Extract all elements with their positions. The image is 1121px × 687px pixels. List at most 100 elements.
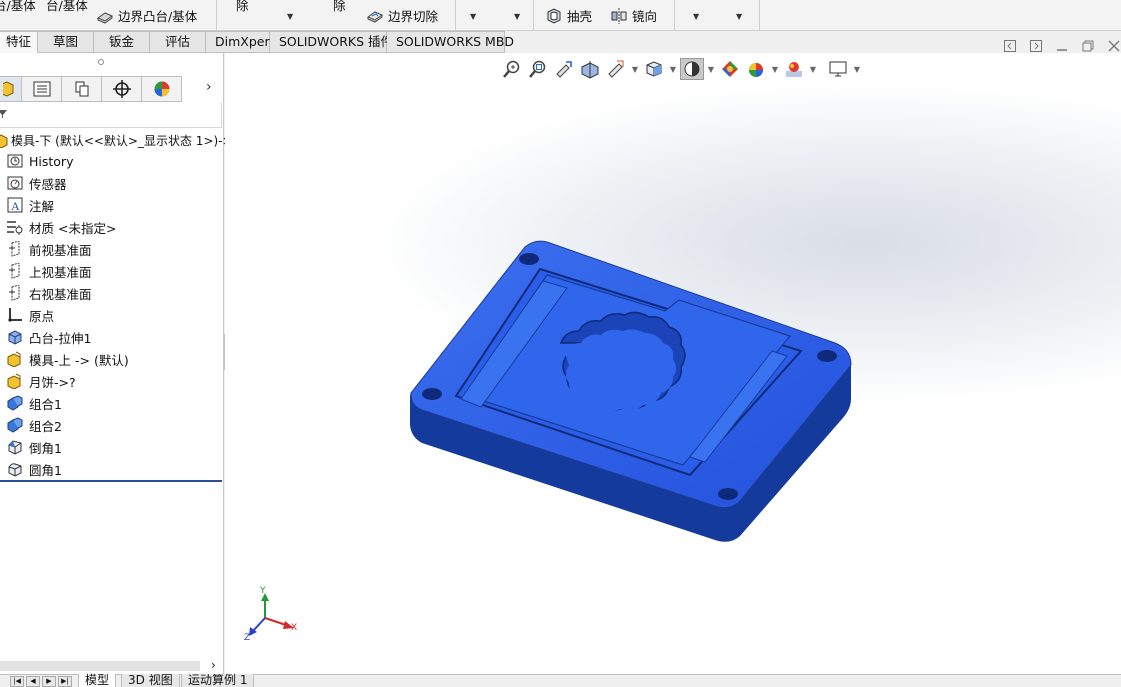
tree-item-label: 传感器 bbox=[29, 176, 67, 192]
chevron-down-icon[interactable]: ▼ bbox=[514, 12, 520, 21]
configuration-manager-tab[interactable] bbox=[62, 76, 102, 102]
part-icon bbox=[6, 372, 24, 390]
display-manager-tab[interactable] bbox=[142, 76, 182, 102]
last-tab-icon[interactable]: ▶| bbox=[58, 676, 72, 687]
tree-item-mold-upper[interactable]: 模具-上 -> (默认) bbox=[6, 348, 129, 370]
tree-item-annotations[interactable]: A 注解 bbox=[6, 194, 54, 216]
tab-features[interactable]: 特征 bbox=[0, 31, 38, 53]
tree-item-origin[interactable]: 原点 bbox=[6, 304, 54, 326]
tree-root-label: 模具-下 (默认<<默认>_显示状态 1>)-> bbox=[11, 134, 233, 148]
material-icon bbox=[6, 218, 24, 236]
tab-solidworks-mbd[interactable]: SOLIDWORKS MBD bbox=[387, 31, 514, 53]
tree-item-label: 组合1 bbox=[29, 396, 62, 412]
extrude-icon bbox=[6, 328, 24, 346]
command-manager-tabs: 特征 草图 钣金 评估 DimXpert SOLIDWORKS 插件 SOLID… bbox=[0, 31, 514, 53]
tree-item-boss-extrude1[interactable]: 凸台-拉伸1 bbox=[6, 326, 91, 348]
tree-item-label: 倒角1 bbox=[29, 440, 62, 456]
solidworks-window: { "ribbon": { "cut_top_left": "台/基体", "c… bbox=[0, 0, 1121, 687]
tree-item-label: 右视基准面 bbox=[29, 286, 92, 302]
rollback-bar[interactable] bbox=[0, 480, 222, 482]
tab-model[interactable]: 模型 bbox=[78, 674, 117, 687]
tree-item-label: 前视基准面 bbox=[29, 242, 92, 258]
tab-solidworks-addins[interactable]: SOLIDWORKS 插件 bbox=[270, 31, 393, 53]
appearance-pie-icon bbox=[154, 81, 169, 97]
crosshair-icon bbox=[112, 80, 131, 98]
coordinate-triad: Y X Z bbox=[244, 586, 297, 643]
next-tab-icon[interactable]: ▶ bbox=[42, 676, 56, 687]
scroll-track[interactable] bbox=[0, 661, 200, 671]
boundary-cut-button[interactable]: 边界切除 bbox=[366, 6, 438, 25]
tree-item-mooncake[interactable]: 月饼->? bbox=[6, 370, 76, 392]
chevron-down-icon[interactable]: ▼ bbox=[287, 12, 293, 21]
first-tab-icon[interactable]: |◀ bbox=[10, 676, 24, 687]
tab-motion-study[interactable]: 运动算例 1 bbox=[181, 674, 255, 687]
tab-dimxpert[interactable]: DimXpert bbox=[206, 31, 275, 53]
chevron-down-icon[interactable]: ▼ bbox=[736, 12, 742, 21]
plane-icon bbox=[6, 284, 24, 302]
restore-icon[interactable] bbox=[1082, 40, 1094, 52]
mirror-button[interactable]: 镜向 bbox=[610, 6, 657, 25]
ribbon-partial-cut-2[interactable]: 除 bbox=[333, 0, 346, 14]
document-window-buttons bbox=[1004, 40, 1120, 52]
feature-manager-tab[interactable] bbox=[0, 76, 22, 102]
triad-x-label: X bbox=[291, 623, 297, 633]
tab-sketch[interactable]: 草图 bbox=[38, 31, 94, 53]
combine-icon bbox=[6, 394, 24, 412]
ribbon-partial-cut-1[interactable]: 除 bbox=[236, 0, 249, 14]
fillet-icon bbox=[6, 460, 24, 478]
boundary-boss-button[interactable]: 边界凸台/基体 bbox=[96, 6, 197, 25]
ribbon-partial-label-1[interactable]: 台/基体 bbox=[0, 0, 36, 14]
tree-item-material[interactable]: 材质 <未指定> bbox=[6, 216, 116, 238]
tree-item-history[interactable]: History bbox=[6, 150, 73, 172]
tab-sheet-metal[interactable]: 钣金 bbox=[94, 31, 150, 53]
horizontal-scrollbar[interactable]: › bbox=[0, 656, 224, 674]
feature-tree-icon bbox=[2, 81, 13, 97]
command-ribbon: 台/基体 台/基体 边界凸台/基体 除 ▼ 除 边界切除 ▼ ▼ 抽壳 镜向 ▼… bbox=[0, 0, 1121, 31]
triad-z-label: Z bbox=[244, 633, 250, 643]
chamfer-icon bbox=[6, 438, 24, 456]
tile-left-icon[interactable] bbox=[1004, 40, 1016, 52]
ribbon-partial-label-2[interactable]: 台/基体 bbox=[46, 0, 88, 14]
tree-item-combine2[interactable]: 组合2 bbox=[6, 414, 62, 436]
tree-item-top-plane[interactable]: 上视基准面 bbox=[6, 260, 92, 282]
tree-item-combine1[interactable]: 组合1 bbox=[6, 392, 62, 414]
tree-item-label: History bbox=[29, 153, 74, 169]
pane-grip[interactable] bbox=[98, 59, 104, 65]
tree-item-sensors[interactable]: 传感器 bbox=[6, 172, 67, 194]
origin-icon bbox=[6, 306, 24, 324]
ribbon-separator bbox=[533, 0, 534, 30]
minimize-icon[interactable] bbox=[1056, 40, 1068, 52]
tab-evaluate[interactable]: 评估 bbox=[150, 31, 206, 53]
mold-model[interactable]: Y X Z bbox=[225, 53, 1121, 674]
tree-item-label: 圆角1 bbox=[29, 462, 62, 478]
boundary-cut-icon bbox=[366, 10, 384, 23]
ribbon-separator bbox=[674, 0, 675, 30]
property-list-icon bbox=[33, 81, 50, 97]
previous-tab-icon[interactable]: ◀ bbox=[26, 676, 40, 687]
tree-item-fillet1[interactable]: 圆角1 bbox=[6, 458, 62, 480]
chevron-down-icon[interactable]: ▼ bbox=[470, 12, 476, 21]
tree-item-chamfer1[interactable]: 倒角1 bbox=[6, 436, 62, 458]
chevron-down-icon[interactable]: ▼ bbox=[693, 12, 699, 21]
tree-filter[interactable] bbox=[0, 102, 222, 128]
chevron-right-icon[interactable]: › bbox=[206, 79, 212, 95]
tree-item-front-plane[interactable]: 前视基准面 bbox=[6, 238, 92, 260]
mirror-icon bbox=[611, 7, 627, 24]
graphics-area[interactable]: ▼ ▼ ▼ ▼ ▼ ▼ Y X Z bbox=[225, 40, 1121, 674]
property-manager-tab[interactable] bbox=[22, 76, 62, 102]
shell-button[interactable]: 抽壳 bbox=[545, 6, 592, 25]
tree-root[interactable]: 模具-下 (默认<<默认>_显示状态 1>)-> bbox=[0, 132, 233, 149]
close-icon[interactable] bbox=[1108, 40, 1120, 52]
feature-manager-pane: › 模具-下 (默认<<默认>_显示状态 1>)-> History 传感器 A… bbox=[0, 53, 233, 674]
sensor-icon bbox=[6, 174, 24, 192]
tree-item-label: 材质 <未指定> bbox=[29, 220, 117, 236]
tab-scroll-buttons: |◀ ◀ ▶ ▶| bbox=[10, 676, 72, 687]
dimxpert-manager-tab[interactable] bbox=[102, 76, 142, 102]
mirror-label: 镜向 bbox=[632, 9, 658, 24]
tree-item-right-plane[interactable]: 右视基准面 bbox=[6, 282, 92, 304]
tile-right-icon[interactable] bbox=[1030, 40, 1042, 52]
mounting-hole bbox=[519, 253, 539, 265]
chevron-right-icon[interactable]: › bbox=[211, 658, 216, 672]
tab-3d-views[interactable]: 3D 视图 bbox=[121, 674, 180, 687]
boundary-boss-icon bbox=[96, 11, 114, 24]
